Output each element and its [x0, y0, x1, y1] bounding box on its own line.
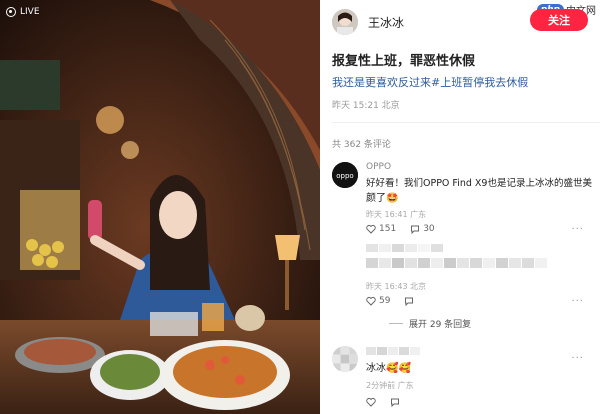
post-meta: 昨天 15:21 北京 [332, 101, 400, 111]
more-icon[interactable]: ··· [571, 296, 584, 307]
comment-text: 冰冰🥰🥰 [366, 363, 411, 374]
like-button[interactable]: 59 [366, 296, 390, 306]
censored-comment-text [366, 258, 547, 268]
live-label: LIVE [20, 7, 40, 17]
live-badge[interactable]: LIVE [6, 7, 40, 17]
post-title: 报复性上班，罪恶性休假 [332, 54, 476, 69]
post-detail-panel: 王冰冰 php 中文网 关注 报复性上班，罪恶性休假 我还是更喜欢反过来#上班暂… [320, 0, 600, 414]
comment-icon [391, 398, 399, 407]
comment-count: 共 362 条评论 [332, 140, 391, 150]
like-button[interactable] [366, 397, 376, 407]
post-body[interactable]: 我还是更喜欢反过来#上班暂停我去休假 [332, 74, 528, 90]
expand-replies-button[interactable]: 展开 29 条回复 [389, 317, 471, 330]
comment-actions: 59 [366, 296, 414, 306]
comment-meta: 昨天 16:43 北京 [366, 282, 427, 291]
live-icon [6, 7, 16, 17]
comment-meta: 昨天 16:41 广东 [366, 210, 427, 219]
reply-button[interactable] [390, 397, 400, 407]
comment-avatar[interactable] [332, 346, 358, 372]
comment-author[interactable]: OPPO [366, 162, 391, 172]
like-button[interactable]: 151 [366, 224, 396, 234]
expand-label: 展开 29 条回复 [409, 320, 472, 330]
expand-line [389, 323, 403, 324]
photo-illustration [0, 0, 320, 414]
more-icon[interactable]: ··· [571, 353, 584, 364]
reply-button[interactable]: 30 [410, 224, 435, 234]
censored-comment-author [366, 347, 420, 355]
like-count: 151 [379, 224, 397, 234]
more-icon[interactable]: ··· [571, 224, 584, 235]
like-count: 59 [379, 296, 391, 306]
comment-icon [411, 225, 420, 234]
censored-comment-author [366, 244, 443, 252]
comment-meta: 2分钟前 广东 [366, 381, 414, 390]
heart-icon [366, 296, 376, 306]
comment-avatar-oppo[interactable]: oppo [332, 162, 358, 188]
divider [332, 122, 600, 123]
heart-icon [366, 397, 376, 407]
heart-icon [366, 224, 376, 234]
comment-icon [405, 297, 414, 306]
comment-actions: 151 30 [366, 224, 435, 234]
author-avatar[interactable] [332, 9, 358, 35]
comment-text-line-2: 颜了🤩 [366, 193, 399, 204]
reply-count: 30 [423, 224, 435, 234]
follow-button[interactable]: 关注 [530, 9, 588, 31]
reply-button[interactable] [404, 296, 414, 306]
comment-actions [366, 397, 400, 407]
comment-text-line-1: 好好看！我们OPPO Find X9也是记录上冰冰的盛世美 [366, 178, 592, 189]
comment-text: 好好看！我们OPPO Find X9也是记录上冰冰的盛世美 颜了🤩 [366, 176, 592, 206]
oppo-logo-text: oppo [336, 172, 353, 180]
post-photo[interactable]: LIVE [0, 0, 320, 414]
